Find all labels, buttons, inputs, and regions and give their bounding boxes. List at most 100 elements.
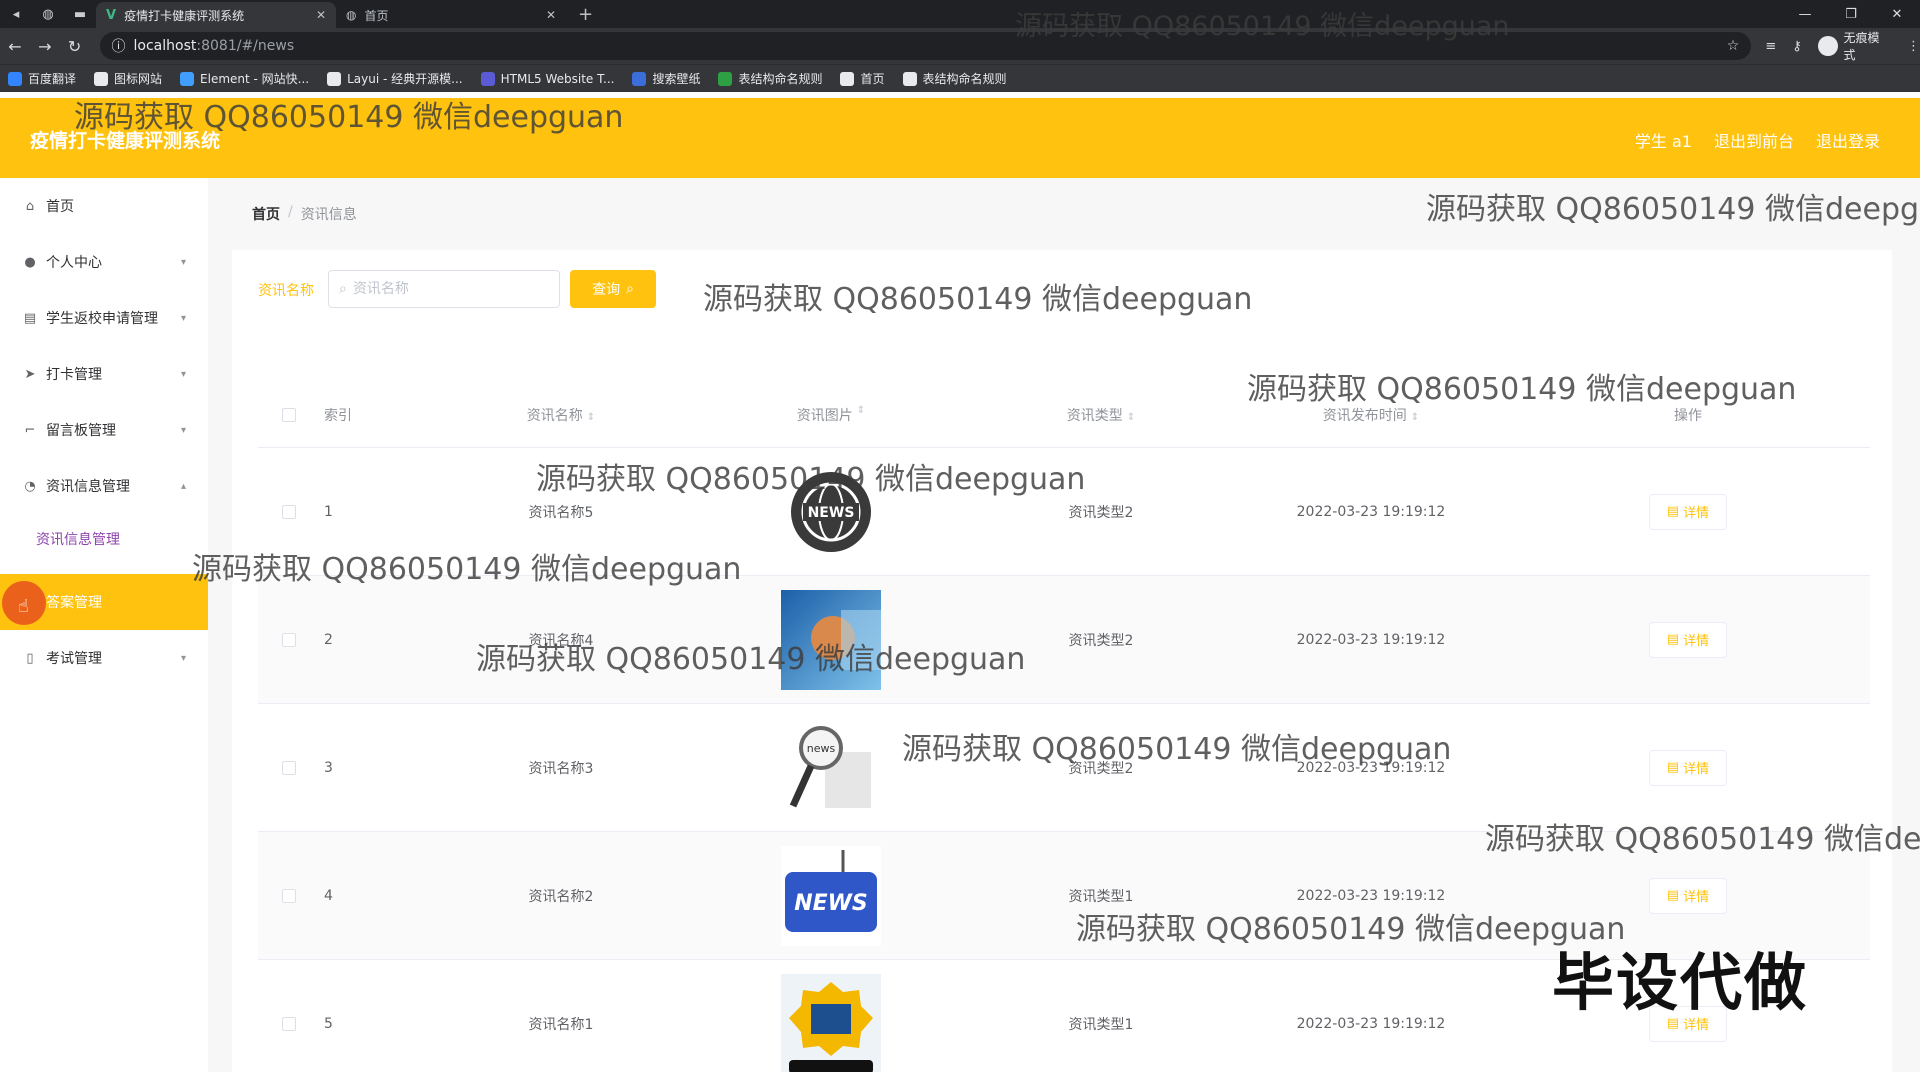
- row-checkbox[interactable]: [282, 504, 296, 519]
- breadcrumb-home[interactable]: 首页: [252, 204, 280, 224]
- row-checkbox[interactable]: [282, 1016, 296, 1031]
- url-path: :8081/#/news: [196, 38, 295, 54]
- sidebar-item-messages[interactable]: ⌐ 留言板管理 ▾: [0, 402, 208, 458]
- cell-name: 资讯名称5: [528, 504, 594, 521]
- sort-icon[interactable]: ⇕: [1127, 412, 1135, 423]
- browser-tab-strip: ◂ ◍ ▬ V 疫情打卡健康评测系统 ✕ ◍ 首页 ✕ + — ❐ ✕: [0, 0, 1920, 28]
- watermark-text: 源码获取 QQ86050149 微信deepguan: [703, 282, 1253, 317]
- sort-icon[interactable]: ⇕: [857, 405, 865, 425]
- compass-icon: ◔: [24, 478, 36, 494]
- sidebar-item-return-apply[interactable]: ▤ 学生返校申请管理 ▾: [0, 290, 208, 346]
- sidebar-item-checkin[interactable]: ➤ 打卡管理 ▾: [0, 346, 208, 402]
- sidebar-item-label: 打卡管理: [46, 367, 102, 383]
- header-name[interactable]: 资讯名称 ⇕: [426, 405, 696, 425]
- sort-icon[interactable]: ⇕: [1411, 412, 1419, 423]
- cell-type: 资讯类型2: [1068, 504, 1134, 521]
- info-icon[interactable]: ⓘ: [112, 36, 126, 56]
- watermark-text: 源码获取 QQ86050149 微信deepguan: [536, 462, 1086, 497]
- search-input[interactable]: [352, 281, 533, 297]
- watermark-text: 源码获取 QQ86050149 微信deepguan: [902, 732, 1452, 767]
- back-button[interactable]: ←: [0, 37, 30, 56]
- detail-button[interactable]: ▤ 详情: [1649, 621, 1727, 658]
- sidebar-item-news[interactable]: ◔ 资讯信息管理 ▴: [0, 458, 208, 514]
- crop-icon: ⌐: [24, 422, 36, 438]
- sidebar-item-label: 学生返校申请管理: [46, 311, 158, 327]
- header-type[interactable]: 资讯类型 ⇕: [966, 405, 1236, 425]
- window-controls: — ❐ ✕: [1782, 0, 1920, 28]
- bookmark-label: Element - 网站快...: [200, 72, 310, 86]
- menu-icon[interactable]: ⋮: [1907, 39, 1920, 54]
- search-button[interactable]: 查询 ⌕: [570, 270, 656, 308]
- bookmark-item[interactable]: Element - 网站快...: [180, 70, 309, 87]
- bookmark-item[interactable]: 表结构命名规则: [718, 70, 822, 87]
- vue-logo-icon: V: [106, 7, 117, 23]
- tab-search-icon[interactable]: ◂: [0, 0, 32, 28]
- bookmark-item[interactable]: 搜索壁纸: [632, 70, 700, 87]
- cell-index: 2: [324, 631, 333, 648]
- cell-name: 资讯名称2: [528, 888, 594, 905]
- cell-time: 2022-03-23 19:19:12: [1296, 1015, 1446, 1032]
- row-checkbox[interactable]: [282, 632, 296, 647]
- document-icon: ▤: [1666, 632, 1680, 647]
- logout-link[interactable]: 退出登录: [1816, 128, 1880, 152]
- user-icon: ●: [24, 254, 36, 270]
- watermark-text: 源码获取 QQ86050149 微信deepguan: [192, 552, 742, 587]
- sidebar-item-exam[interactable]: ▯ 考试管理 ▾: [0, 630, 208, 686]
- restore-button[interactable]: ❐: [1828, 0, 1874, 28]
- sidebar-subitem-news-manage[interactable]: 资讯信息管理: [0, 514, 208, 564]
- bookmark-item[interactable]: 首页: [840, 70, 885, 87]
- document-icon: ▤: [1666, 504, 1680, 519]
- search-field[interactable]: ⌕: [328, 270, 560, 308]
- close-window-button[interactable]: ✕: [1874, 0, 1920, 28]
- select-all-checkbox[interactable]: [282, 407, 296, 422]
- browser-tab-active[interactable]: V 疫情打卡健康评测系统 ✕: [96, 2, 336, 28]
- browser-tab-home[interactable]: ◍ 首页 ✕: [336, 2, 566, 28]
- send-icon: ➤: [24, 366, 36, 382]
- forward-button[interactable]: →: [30, 37, 60, 56]
- bookmark-label: 图标网站: [114, 72, 163, 86]
- chevron-down-icon: ▾: [180, 256, 186, 268]
- row-checkbox[interactable]: [282, 760, 296, 775]
- cell-time: 2022-03-23 19:19:12: [1296, 503, 1446, 520]
- header-image[interactable]: 资讯图片 ⇕: [696, 405, 966, 425]
- sidebar-item-home[interactable]: ⌂ 首页: [0, 178, 208, 234]
- news-key-icon: NEWS: [781, 845, 881, 946]
- search-icon: ⌕: [339, 281, 347, 297]
- close-tab-icon[interactable]: ✕: [546, 8, 556, 22]
- search-label: 资讯名称: [258, 283, 314, 299]
- bookmark-item[interactable]: HTML5 Website T...: [480, 71, 614, 86]
- key-icon[interactable]: ⚷: [1792, 39, 1802, 54]
- cell-name: 资讯名称1: [528, 1016, 594, 1033]
- header-actions: 学生 a1 退出到前台 退出登录: [1635, 128, 1880, 152]
- bookmark-item[interactable]: 图标网站: [94, 70, 162, 87]
- reload-button[interactable]: ↻: [60, 37, 90, 56]
- globe-icon: ◍: [42, 6, 54, 22]
- bookmark-label: Layui - 经典开源模...: [347, 72, 463, 86]
- sidebar-item-answers[interactable]: ☝ 答案管理: [0, 574, 208, 630]
- incognito-indicator[interactable]: 无痕模式: [1817, 29, 1891, 63]
- bookmark-star-icon[interactable]: ☆: [1727, 38, 1740, 54]
- new-tab-button[interactable]: +: [566, 4, 605, 25]
- reading-list-icon[interactable]: ≡: [1765, 39, 1776, 54]
- detail-button[interactable]: ▤ 详情: [1649, 877, 1727, 914]
- cell-index: 4: [324, 887, 333, 904]
- sort-icon[interactable]: ⇕: [587, 412, 595, 423]
- minimize-button[interactable]: —: [1782, 0, 1828, 28]
- bookmark-item[interactable]: 表结构命名规则: [902, 70, 1007, 87]
- watermark-text: 源码获取 QQ86050149 微信deepguan: [74, 100, 624, 135]
- svg-text:news: news: [807, 742, 836, 755]
- breadcrumb-separator: /: [288, 204, 293, 220]
- watermark-text: 源码获取 QQ86050149 微信deepguan: [476, 642, 1026, 677]
- detail-button[interactable]: ▤ 详情: [1649, 749, 1727, 786]
- row-checkbox[interactable]: [282, 888, 296, 903]
- frontend-link[interactable]: 退出到前台: [1714, 128, 1794, 152]
- bookmark-item[interactable]: 百度翻译: [8, 70, 76, 87]
- sidebar-item-label: 资讯信息管理: [46, 479, 130, 495]
- bookmark-item[interactable]: Layui - 经典开源模...: [327, 70, 463, 87]
- sidebar-item-profile[interactable]: ● 个人中心 ▾: [0, 234, 208, 290]
- close-tab-icon[interactable]: ✕: [316, 8, 326, 22]
- detail-button[interactable]: ▤ 详情: [1649, 493, 1727, 530]
- cell-index: 3: [324, 759, 333, 776]
- watermark-text: 源码获取 QQ86050149 微信deepguan: [1247, 372, 1797, 407]
- svg-text:NEWS: NEWS: [808, 505, 855, 521]
